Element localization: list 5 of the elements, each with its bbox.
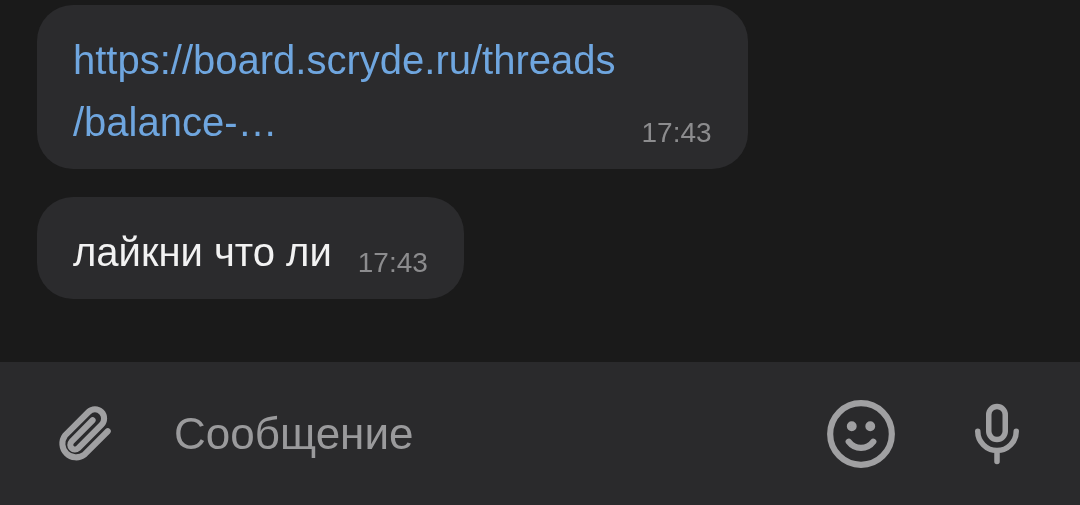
message-time: 17:43 bbox=[641, 117, 712, 149]
message-input[interactable]: Сообщение bbox=[172, 407, 824, 460]
message-text: лайкни что ли bbox=[73, 229, 332, 276]
message-time: 17:43 bbox=[357, 247, 428, 279]
message-link[interactable]: https://board.scryde.ru/threads /balance-… bbox=[73, 29, 616, 153]
